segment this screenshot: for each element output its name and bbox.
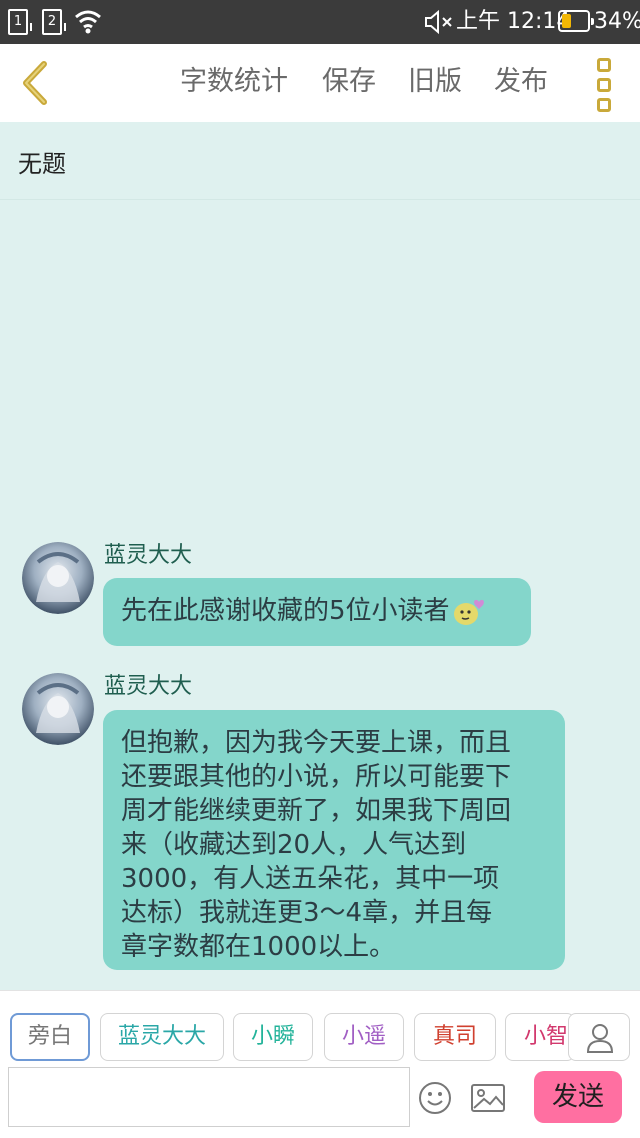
message-text: 先在此感谢收藏的5位小读者 — [121, 596, 450, 626]
character-chip[interactable]: 小瞬 — [233, 1013, 313, 1061]
character-chip[interactable]: 小遥 — [324, 1013, 404, 1061]
message-bubble[interactable]: 先在此感谢收藏的5位小读者 — [103, 578, 531, 646]
character-chip[interactable]: 真司 — [414, 1013, 496, 1061]
story-title: 无题 — [18, 150, 66, 178]
message-bubble[interactable]: 但抱歉，因为我今天要上课，而且 还要跟其他的小说，所以可能要下 周才能继续更新了… — [103, 710, 565, 970]
character-chip-narrator[interactable]: 旁白 — [10, 1013, 90, 1061]
word-count-button[interactable]: 字数统计 — [180, 64, 288, 100]
old-version-button[interactable]: 旧版 — [408, 64, 462, 100]
sim-card-icon: 2 — [42, 9, 66, 35]
story-title-area[interactable]: 无题 — [0, 122, 640, 200]
mute-icon — [425, 9, 452, 35]
smiley-icon[interactable] — [418, 1081, 452, 1115]
publish-button[interactable]: 发布 — [494, 64, 548, 100]
message-text: 但抱歉，因为我今天要上课，而且 还要跟其他的小说，所以可能要下 周才能继续更新了… — [121, 728, 512, 962]
battery-percent: 34% — [594, 9, 640, 34]
sim-card-icon: 1 — [8, 9, 32, 35]
battery-icon — [558, 10, 594, 32]
sim2-label: 2 — [47, 14, 57, 29]
avatar[interactable] — [22, 542, 94, 614]
sim1-label: 1 — [13, 14, 23, 29]
battery-fill — [562, 14, 571, 28]
wifi-icon — [75, 10, 101, 34]
save-button[interactable]: 保存 — [322, 64, 376, 100]
character-chip[interactable]: 小智 — [505, 1013, 575, 1061]
message-input[interactable] — [8, 1067, 410, 1127]
person-icon[interactable] — [568, 1013, 630, 1061]
chevron-left-icon[interactable] — [14, 58, 58, 108]
send-button[interactable]: 发送 — [534, 1071, 622, 1123]
message-sender: 蓝灵大大 — [104, 543, 193, 568]
image-icon[interactable] — [470, 1083, 506, 1113]
clock: 上午 12:14 — [456, 9, 571, 34]
status-bar: 1 2 上午 12:14 34% — [0, 0, 640, 44]
avatar[interactable] — [22, 673, 94, 745]
more-vertical-icon[interactable] — [590, 56, 620, 112]
character-chip[interactable]: 蓝灵大大 — [100, 1013, 224, 1061]
sticker-emoji-icon — [453, 599, 484, 625]
composer-panel: 旁白 蓝灵大大 小瞬 小遥 真司 小智 发送 — [0, 990, 640, 1138]
message-sender: 蓝灵大大 — [104, 674, 193, 699]
editor-toolbar: 字数统计 保存 旧版 发布 — [0, 44, 640, 122]
